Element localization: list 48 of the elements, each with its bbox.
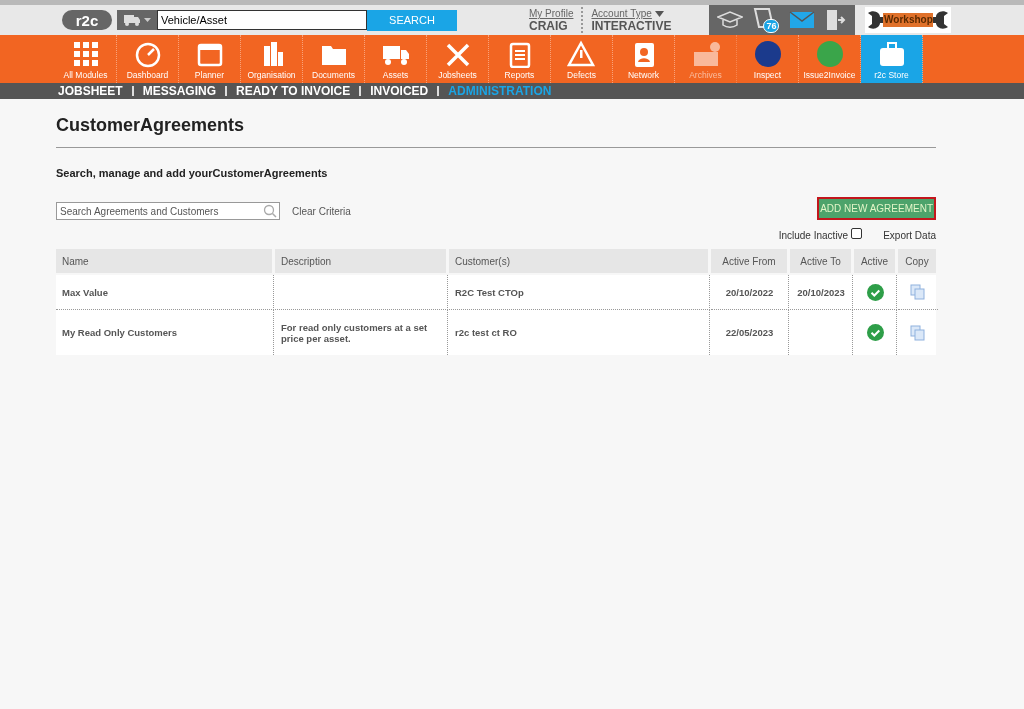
column-header[interactable]: Customer(s) — [449, 249, 708, 273]
truck-icon — [122, 13, 152, 27]
subnav-tab[interactable]: MESSAGING — [142, 84, 217, 98]
table-cell: R2C Test CTOp — [449, 275, 710, 310]
notification-count: 76 — [763, 19, 780, 33]
table-cell: 22/05/2023 — [711, 310, 789, 355]
account-type: INTERACTIVE — [591, 20, 672, 33]
page-title: CustomerAgreements — [56, 115, 246, 137]
table-cell: Max Value — [56, 275, 274, 310]
page-subtitle: Search, manage and add yourCustomerAgreements — [56, 167, 329, 179]
column-header[interactable]: Active From — [711, 249, 787, 273]
graduation-cap-icon[interactable] — [717, 10, 744, 30]
caret-icon — [654, 10, 664, 17]
include-inactive-label: Include Inactive — [778, 229, 849, 241]
account-type-link[interactable]: Account Type — [591, 7, 672, 20]
table-cell: 20/10/2022 — [711, 275, 789, 310]
column-header[interactable]: Name — [56, 249, 272, 273]
column-header[interactable]: Copy — [898, 249, 936, 273]
subnav-tab[interactable]: JOBSHEET — [58, 84, 123, 98]
column-header[interactable]: Active To — [790, 249, 851, 273]
column-header[interactable]: Active — [854, 249, 895, 273]
workshop-button[interactable]: Workshop — [865, 7, 952, 33]
subnav-tab[interactable]: ADMINISTRATION — [448, 84, 552, 98]
table-cell: My Read Only Customers — [56, 310, 274, 355]
search-field[interactable]: Search Agreements and Customers — [56, 202, 280, 220]
export-data-link[interactable]: Export Data — [883, 229, 936, 241]
table-cell: 20/10/2023 — [790, 275, 853, 310]
warning-icon — [566, 40, 597, 68]
inspect-badge-icon — [752, 40, 783, 68]
module-tab[interactable]: r2c Store — [861, 35, 923, 83]
table-cell: r2c test ct RO — [449, 310, 710, 355]
column-header[interactable]: Description — [275, 249, 446, 273]
search-button[interactable]: SEARCH — [367, 9, 457, 31]
logo[interactable]: r2c — [62, 10, 112, 30]
logout-icon[interactable] — [825, 8, 848, 32]
subnav-tab[interactable]: READY TO INVOICE — [236, 84, 351, 98]
add-agreement-button[interactable]: ADD NEW AGREEMENT — [817, 196, 936, 220]
module-tab[interactable]: Inspect — [737, 35, 799, 83]
mail-icon[interactable] — [789, 11, 816, 29]
vehicle-type-dropdown[interactable] — [117, 10, 157, 30]
table-cell: For read only customers at a set price per asset. — [275, 310, 448, 355]
profile-link[interactable]: My Profile — [529, 7, 574, 20]
subnav-tab[interactable]: INVOICED — [370, 84, 429, 98]
search-field[interactable]: Vehicle/Asset — [157, 10, 367, 30]
user-name: CRAIG — [529, 20, 569, 33]
invoice-badge-icon — [814, 40, 845, 68]
search-icon — [263, 204, 277, 218]
clear-criteria-link[interactable]: Clear Criteria — [292, 205, 351, 217]
